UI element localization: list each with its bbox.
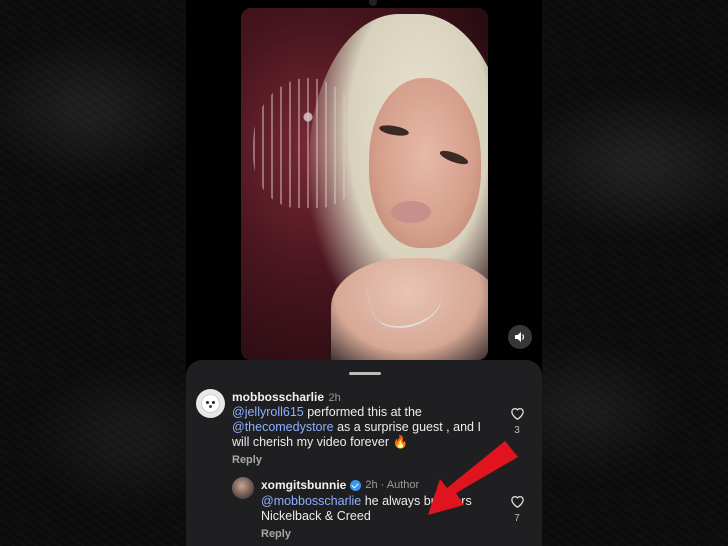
avatar[interactable] xyxy=(196,389,225,418)
reply-button[interactable]: Reply xyxy=(261,528,291,540)
reply-button[interactable]: Reply xyxy=(232,454,262,466)
comment-header: mobbosscharlie 2h xyxy=(232,388,341,406)
video-lips xyxy=(391,201,431,223)
comment-time: 2h xyxy=(328,392,341,404)
red-arrow-annotation xyxy=(428,441,518,515)
heart-icon xyxy=(510,408,524,420)
mention-link[interactable]: @thecomedystore xyxy=(232,420,334,434)
like-button[interactable]: 3 xyxy=(509,406,525,436)
dog-avatar-icon xyxy=(202,395,219,412)
verified-badge-icon xyxy=(350,479,362,491)
speaker-icon xyxy=(515,332,524,342)
mention-link[interactable]: @mobbosscharlie xyxy=(261,494,361,508)
sheet-drag-handle[interactable] xyxy=(349,372,381,375)
comment-username[interactable]: mobbosscharlie xyxy=(232,390,324,404)
avatar[interactable] xyxy=(232,477,254,499)
mention-link[interactable]: @jellyroll615 xyxy=(232,405,304,419)
video-player[interactable] xyxy=(241,8,488,360)
comment-text-part: performed this at the xyxy=(303,405,422,419)
volume-button[interactable] xyxy=(508,325,532,349)
comment-username[interactable]: xomgitsbunnie xyxy=(261,478,346,492)
